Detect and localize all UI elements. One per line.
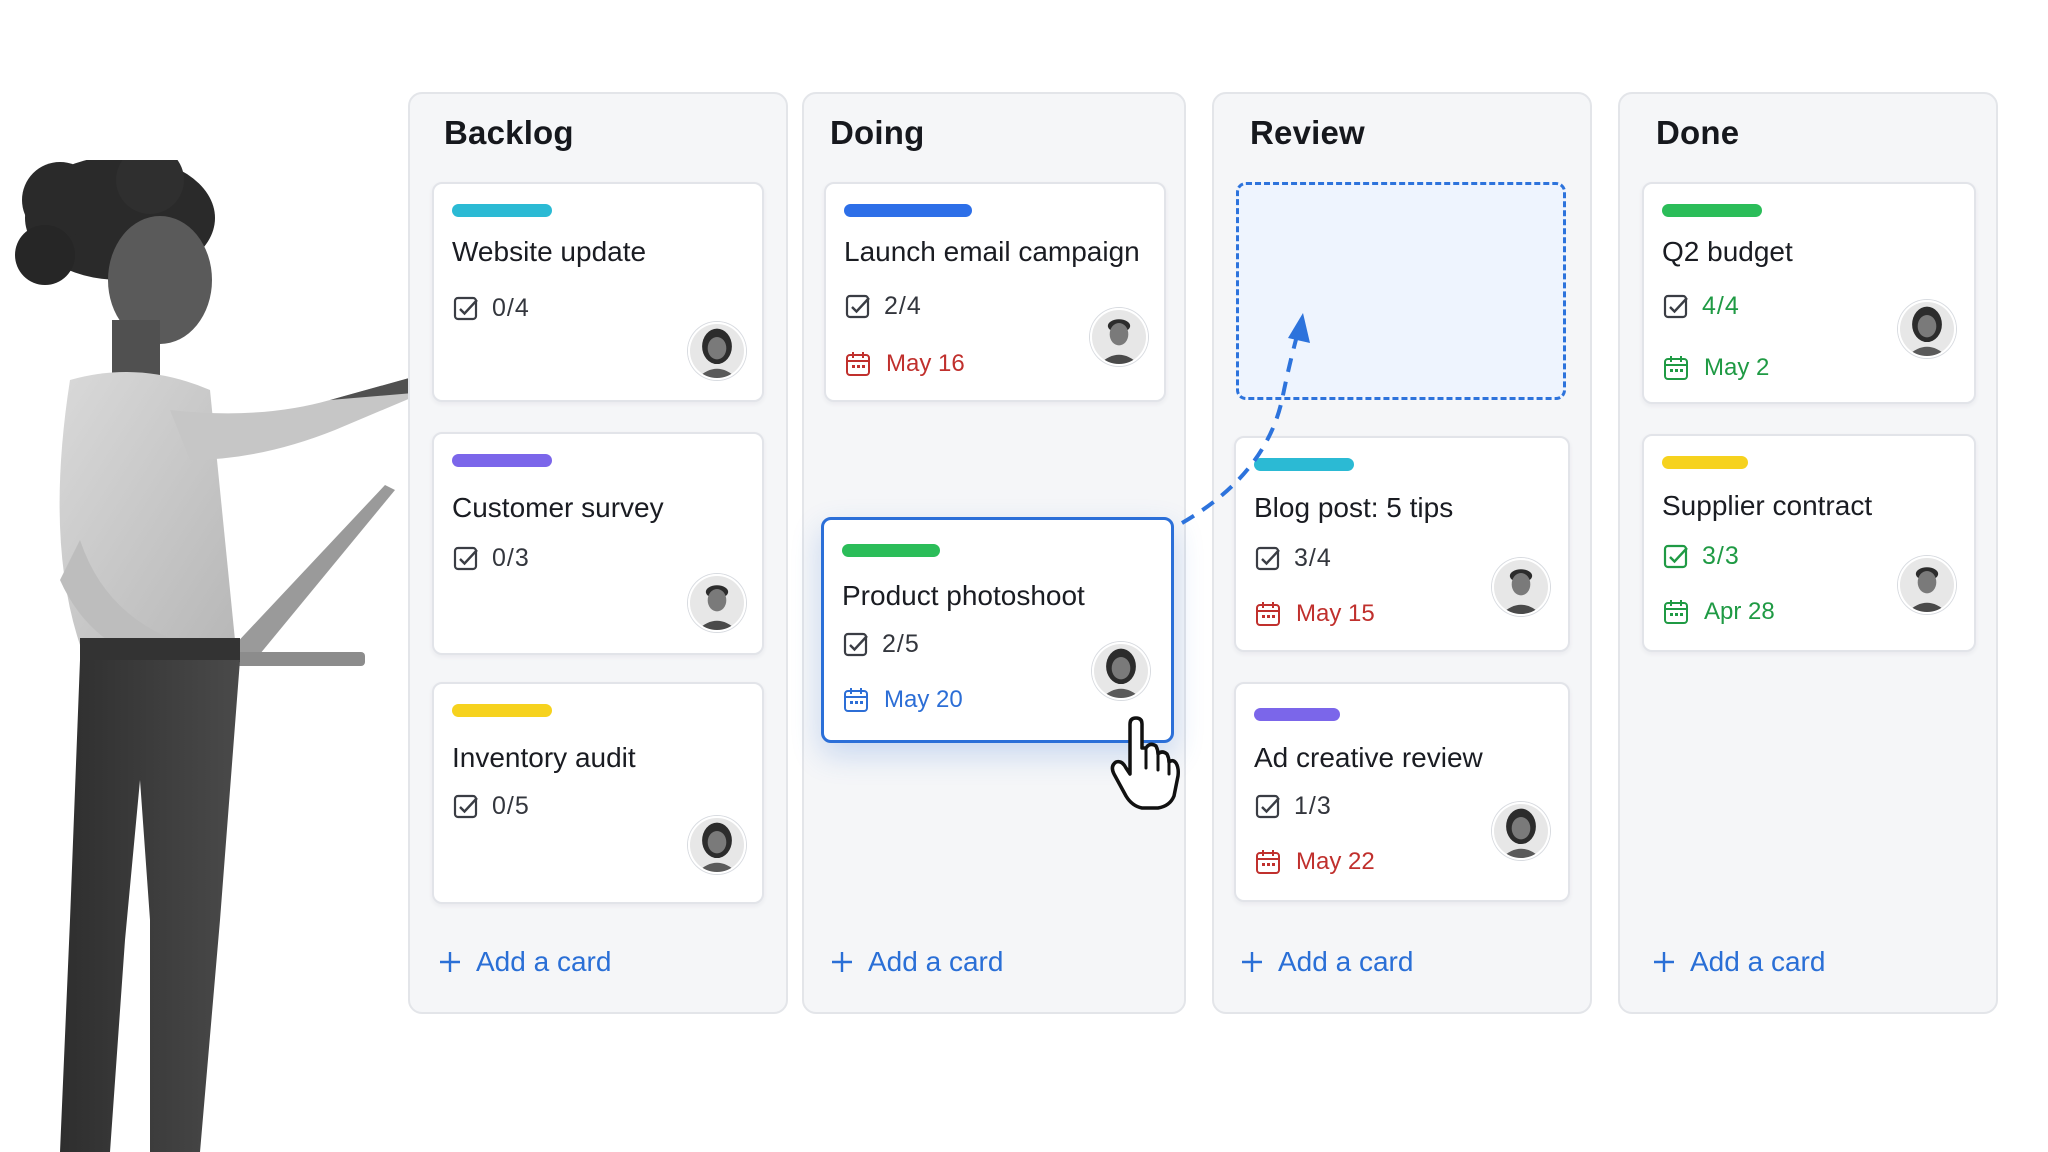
due-date: Apr 28 bbox=[1662, 598, 1775, 626]
checklist-progress: 4/4 bbox=[1662, 292, 1740, 321]
checklist-progress: 1/3 bbox=[1254, 792, 1332, 821]
checklist-icon bbox=[453, 794, 478, 818]
checklist-icon bbox=[843, 632, 868, 656]
checklist-icon bbox=[453, 296, 478, 320]
column-title-backlog: Backlog bbox=[444, 114, 574, 151]
checklist-icon bbox=[1663, 544, 1688, 568]
checklist-progress: 2/4 bbox=[844, 292, 922, 321]
checklist-progress: 0/5 bbox=[452, 792, 530, 821]
plus-icon bbox=[440, 952, 460, 972]
avatar bbox=[1090, 308, 1148, 366]
avatar bbox=[688, 816, 746, 874]
card-title: Website update bbox=[452, 236, 647, 267]
avatar bbox=[1492, 802, 1550, 860]
avatar bbox=[1492, 558, 1550, 616]
kanban-scene: Backlog Website update 0/4 Customer surv… bbox=[0, 0, 2048, 1152]
card-inventory-audit[interactable]: Inventory audit 0/5 bbox=[432, 682, 764, 904]
label-bar bbox=[1254, 458, 1354, 471]
checklist-progress: 3/3 bbox=[1662, 542, 1740, 571]
avatar bbox=[1092, 642, 1150, 700]
checklist-icon bbox=[1255, 546, 1280, 570]
drop-placeholder[interactable] bbox=[1236, 182, 1566, 400]
calendar-icon bbox=[1256, 602, 1280, 626]
label-bar bbox=[844, 204, 972, 217]
card-title: Inventory audit bbox=[452, 742, 636, 773]
calendar-icon bbox=[1664, 356, 1688, 380]
calendar-icon bbox=[1664, 600, 1688, 624]
avatar bbox=[688, 322, 746, 380]
label-bar bbox=[452, 204, 552, 217]
card-title: Ad creative review bbox=[1254, 742, 1483, 773]
column-title-done: Done bbox=[1656, 114, 1740, 151]
plus-icon bbox=[1654, 952, 1674, 972]
add-card-button-done[interactable]: Add a card bbox=[1652, 946, 1825, 978]
card-supplier-contract[interactable]: Supplier contract 3/3 Apr 28 bbox=[1642, 434, 1976, 652]
label-bar bbox=[842, 544, 940, 557]
avatar bbox=[1898, 300, 1956, 358]
card-q2-budget[interactable]: Q2 budget 4/4 May 2 bbox=[1642, 182, 1976, 404]
checklist-progress: 0/3 bbox=[452, 544, 530, 573]
presenter-illustration bbox=[15, 160, 436, 1152]
checklist-icon bbox=[1663, 294, 1688, 318]
add-card-button-review[interactable]: Add a card bbox=[1240, 946, 1413, 978]
checklist-progress: 0/4 bbox=[452, 294, 530, 323]
card-website-update[interactable]: Website update 0/4 bbox=[432, 182, 764, 402]
label-bar bbox=[1254, 708, 1340, 721]
card-title: Supplier contract bbox=[1662, 490, 1873, 521]
column-title-review: Review bbox=[1250, 114, 1365, 151]
label-bar bbox=[1662, 456, 1748, 469]
card-title: Customer survey bbox=[452, 492, 664, 523]
card-title: Blog post: 5 tips bbox=[1254, 492, 1454, 523]
card-product-photoshoot-dragging[interactable]: Product photoshoot 2/5 May 20 bbox=[821, 517, 1174, 743]
label-bar bbox=[452, 704, 552, 717]
column-backlog: Backlog Website update 0/4 Customer surv… bbox=[408, 92, 788, 1014]
add-card-button-doing[interactable]: Add a card bbox=[830, 946, 1003, 978]
due-date: May 16 bbox=[844, 350, 965, 378]
checklist-icon bbox=[453, 546, 478, 570]
card-customer-survey[interactable]: Customer survey 0/3 bbox=[432, 432, 764, 655]
avatar bbox=[1898, 556, 1956, 614]
card-title: Product photoshoot bbox=[842, 580, 1085, 611]
card-launch-email-campaign[interactable]: Launch email campaign 2/4 May 16 bbox=[824, 182, 1166, 402]
checklist-progress: 3/4 bbox=[1254, 544, 1332, 573]
calendar-icon bbox=[844, 688, 868, 712]
card-title: Launch email campaign bbox=[844, 236, 1140, 267]
column-title-doing: Doing bbox=[830, 114, 925, 151]
label-bar bbox=[452, 454, 552, 467]
due-date: May 22 bbox=[1254, 848, 1375, 876]
checklist-icon bbox=[1255, 794, 1280, 818]
calendar-icon bbox=[1256, 850, 1280, 874]
due-date: May 20 bbox=[842, 686, 963, 714]
card-ad-creative-review[interactable]: Ad creative review 1/3 May 22 bbox=[1234, 682, 1570, 902]
add-card-button-backlog[interactable]: Add a card bbox=[438, 946, 611, 978]
avatar bbox=[688, 574, 746, 632]
due-date: May 2 bbox=[1662, 354, 1769, 382]
checklist-icon bbox=[845, 294, 870, 318]
plus-icon bbox=[832, 952, 852, 972]
column-done: Done Q2 budget 4/4 May 2 Supplier contra… bbox=[1618, 92, 1998, 1014]
column-review: Review Blog post: 5 tips 3/4 May 15 Ad c… bbox=[1212, 92, 1592, 1014]
card-title: Q2 budget bbox=[1662, 236, 1793, 267]
plus-icon bbox=[1242, 952, 1262, 972]
calendar-icon bbox=[846, 352, 870, 376]
due-date: May 15 bbox=[1254, 600, 1375, 628]
card-blog-post[interactable]: Blog post: 5 tips 3/4 May 15 bbox=[1234, 436, 1570, 652]
checklist-progress: 2/5 bbox=[842, 630, 920, 659]
label-bar bbox=[1662, 204, 1762, 217]
